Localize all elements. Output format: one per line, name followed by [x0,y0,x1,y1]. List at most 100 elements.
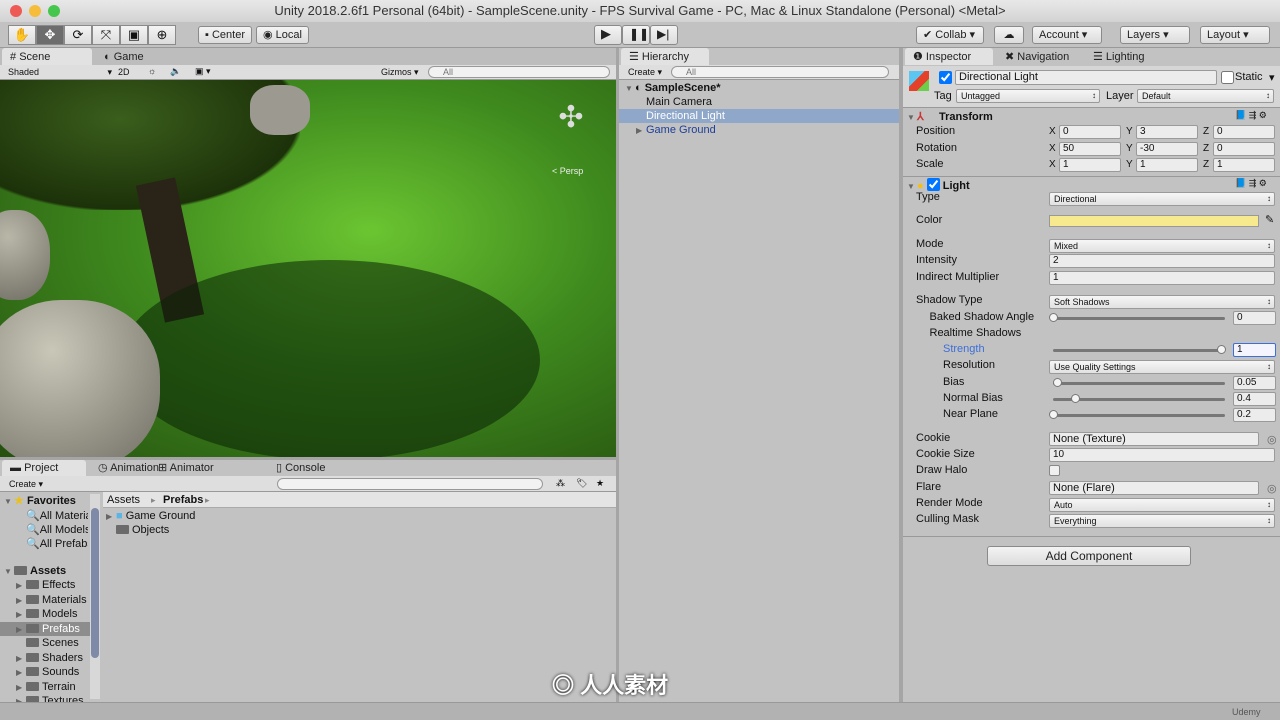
breadcrumb-prefabs[interactable]: Prefabs [163,494,203,506]
minimize-window-button[interactable] [29,5,41,17]
tab-navigation[interactable]: ✖ Navigation [997,48,1077,66]
cloud-button[interactable]: ☁ [994,26,1024,44]
intensity-field[interactable]: 2 [1049,254,1275,268]
folder-effects[interactable]: ▶ Effects [16,579,90,591]
eyedropper-icon[interactable]: ✎ [1265,213,1274,226]
maximize-window-button[interactable] [48,5,60,17]
folder-scenes[interactable]: Scenes [16,637,90,649]
layout-dropdown[interactable]: Layout ▾ [1200,26,1270,44]
pause-button[interactable]: ❚❚ [622,25,650,45]
asset-objects-folder[interactable]: Objects [116,524,169,536]
transform-help-settings-icons[interactable]: 📘 ⇶ ⚙ [1235,110,1267,121]
transform-scale-y-field[interactable]: 1 [1136,158,1198,172]
culling-mask-dropdown[interactable]: Everything [1049,514,1275,528]
scene-orientation-gizmo[interactable]: ✣ [548,100,594,146]
transform-tool-button[interactable]: ⊕ [148,25,176,45]
near-plane-value-field[interactable]: 0.2 [1233,408,1276,422]
close-window-button[interactable] [10,5,22,17]
layer-dropdown[interactable]: Default [1137,89,1274,103]
account-dropdown[interactable]: Account ▾ [1032,26,1102,44]
indirect-multiplier-field[interactable]: 1 [1049,271,1275,285]
transform-position-y-field[interactable]: 3 [1136,125,1198,139]
tab-lighting[interactable]: ☰ Lighting [1085,48,1152,66]
folder-shaders[interactable]: ▶ Shaders [16,652,90,664]
shadow-type-dropdown[interactable]: Soft Shadows [1049,295,1275,309]
bias-value-field[interactable]: 0.05 [1233,376,1276,390]
transform-position-z-field[interactable]: 0 [1213,125,1275,139]
filter-by-label-icon[interactable]: 🏷 [576,478,587,489]
asset-game-ground[interactable]: ▶ ■ Game Ground [106,510,195,522]
baked-shadow-angle-slider-knob[interactable] [1049,313,1058,322]
effects-toggle-icon[interactable]: ▣ ▾ [195,66,211,77]
resolution-dropdown[interactable]: Use Quality Settings [1049,360,1275,374]
static-dropdown-icon[interactable]: ▾ [1269,71,1275,84]
baked-shadow-angle-value-field[interactable]: 0 [1233,311,1276,325]
render-mode-dropdown[interactable]: Auto [1049,498,1275,512]
scale-tool-button[interactable]: ⤧ [92,25,120,45]
tab-project[interactable]: ▬ Project [2,460,86,476]
folder-terrain[interactable]: ▶ Terrain [16,681,90,693]
pivot-center-button[interactable]: ▪ Center [198,26,252,44]
transform-scale-x-field[interactable]: 1 [1059,158,1121,172]
normal-bias-value-field[interactable]: 0.4 [1233,392,1276,406]
bias-slider-track[interactable] [1053,382,1225,385]
light-help-settings-icons[interactable]: 📘 ⇶ ⚙ [1235,178,1267,189]
baked-shadow-angle-slider-track[interactable] [1053,317,1225,320]
lighting-toggle-icon[interactable]: ☼ [148,66,156,76]
folder-materials[interactable]: ▶ Materials [16,594,90,606]
transform-rotation-z-field[interactable]: 0 [1213,141,1275,156]
cookie-object-field[interactable]: None (Texture) [1049,432,1259,446]
scene-search-input[interactable] [428,66,610,78]
audio-toggle-icon[interactable]: 🔈 [170,66,181,77]
static-checkbox[interactable] [1221,71,1234,84]
strength-slider-knob[interactable] [1217,345,1226,354]
hierarchy-search-input[interactable] [671,66,889,78]
2d-toggle[interactable]: 2D [118,67,130,77]
add-component-button[interactable]: Add Component [987,546,1191,566]
rect-tool-button[interactable]: ▣ [120,25,148,45]
project-create-dropdown[interactable]: Create ▾ [9,479,43,490]
near-plane-slider-knob[interactable] [1049,410,1058,419]
light-enabled-checkbox[interactable] [926,178,940,191]
light-header[interactable]: ▼ ● Light [907,178,970,192]
play-button[interactable]: ▶ [594,25,622,45]
hierarchy-item-directional-light[interactable]: Directional Light [646,110,725,122]
folder-prefabs[interactable]: ▶ Prefabs [16,623,90,635]
hand-tool-button[interactable]: ✋ [8,25,36,45]
breadcrumb-assets[interactable]: Assets [107,494,140,506]
mode-dropdown[interactable]: Mixed [1049,239,1275,253]
cookie-picker-icon[interactable]: ◎ [1267,433,1277,446]
folder-sounds[interactable]: ▶ Sounds [16,666,90,678]
cookie-size-field[interactable]: 10 [1049,448,1275,462]
tab-game[interactable]: ◐ Game [96,48,152,66]
hierarchy-item-game-ground[interactable]: ▶ Game Ground [636,124,716,136]
near-plane-slider-track[interactable] [1053,414,1225,417]
strength-slider-track[interactable] [1053,349,1225,352]
flare-picker-icon[interactable]: ◎ [1267,482,1277,495]
folder-models[interactable]: ▶ Models [16,608,90,620]
hierarchy-create-dropdown[interactable]: Create ▾ [628,67,662,78]
favorite-item[interactable]: 🔍All Materials [26,509,88,522]
favorite-item[interactable]: 🔍All Models [26,523,88,536]
strength-value-field[interactable]: 1 [1233,343,1276,357]
favorite-item[interactable]: 🔍All Prefabs [26,537,88,550]
collab-dropdown[interactable]: ✔ Collab ▾ [916,26,984,44]
active-checkbox[interactable] [939,71,952,84]
layers-dropdown[interactable]: Layers ▾ [1120,26,1190,44]
scene-viewport[interactable]: ✣ < Persp [0,80,616,457]
type-dropdown[interactable]: Directional [1049,192,1275,206]
hierarchy-item-main-camera[interactable]: Main Camera [646,96,712,108]
tag-dropdown[interactable]: Untagged [956,89,1100,103]
draw-halo-checkbox[interactable] [1049,465,1060,476]
favorite-star-icon[interactable]: ★ [596,478,604,489]
folder-tree-scrollbar[interactable] [90,494,100,699]
tab-hierarchy[interactable]: ☰ Hierarchy [621,48,709,65]
transform-position-x-field[interactable]: 0 [1059,125,1121,139]
move-tool-button[interactable]: ✥ [36,25,64,45]
tab-inspector[interactable]: ❶ Inspector [905,48,993,65]
transform-scale-z-field[interactable]: 1 [1213,158,1275,172]
pivot-local-button[interactable]: ◉ Local [256,26,309,44]
favorites-header[interactable]: ▼ ★ Favorites [4,494,76,507]
transform-rotation-y-field[interactable]: -30 [1136,141,1198,156]
normal-bias-slider-knob[interactable] [1070,394,1080,403]
